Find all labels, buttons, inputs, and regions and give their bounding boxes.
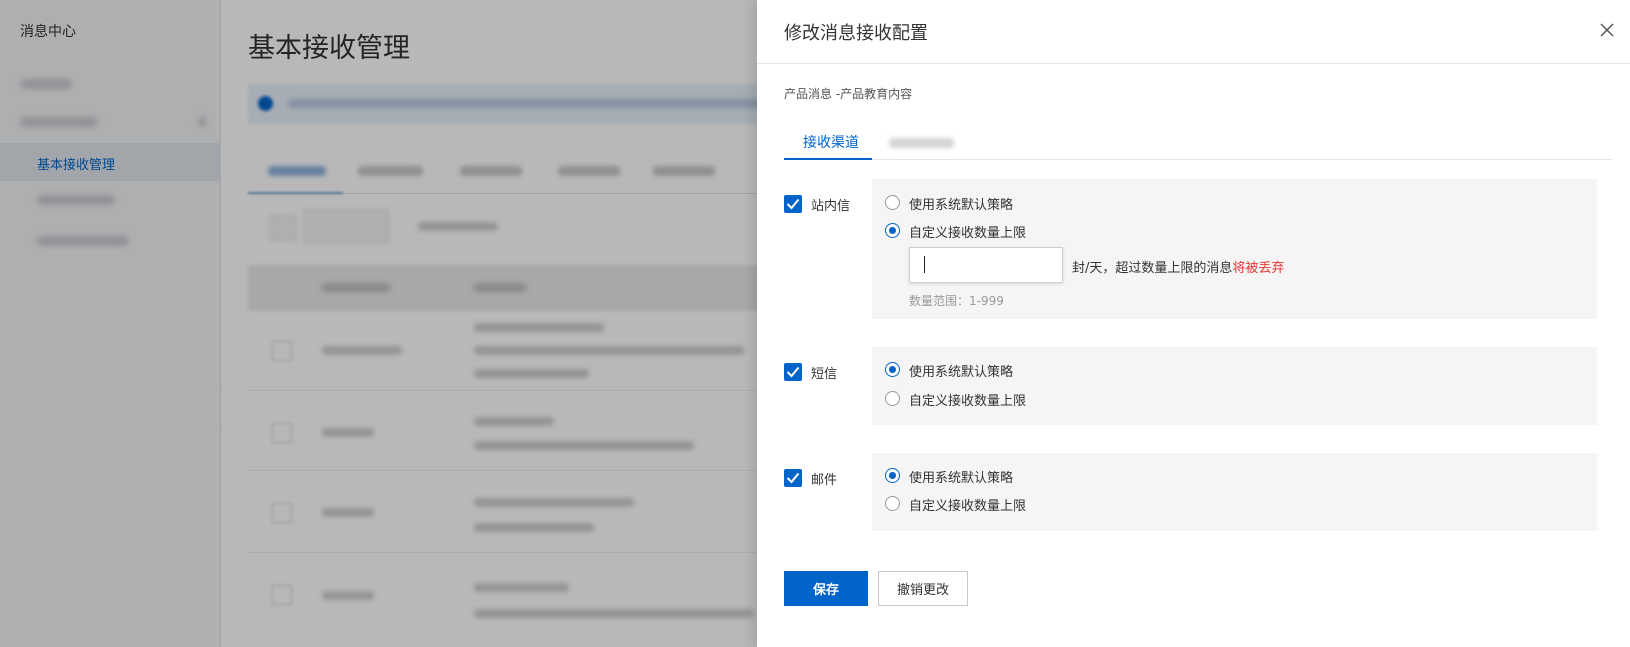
radio-label: 自定义接收数量上限 (909, 499, 1027, 514)
tab-underline (784, 158, 872, 160)
channel-row-sms: 短信 使用系统默认策略 自定义接收数量上限 (784, 347, 1614, 425)
text-caret (924, 256, 925, 273)
channel-options-panel: 使用系统默认策略 自定义接收数量上限 (872, 347, 1597, 425)
checkmark-icon (786, 198, 800, 210)
close-icon[interactable] (1595, 18, 1619, 42)
checkmark-icon (786, 472, 800, 484)
modal-overlay[interactable] (0, 0, 757, 647)
quantity-range-hint: 数量范围：1-999 (909, 294, 1004, 308)
radio-label: 使用系统默认策略 (909, 471, 1014, 486)
radio-label: 使用系统默认策略 (909, 198, 1014, 213)
drawer-title: 修改消息接收配置 (784, 23, 928, 44)
tab-receive-channels[interactable]: 接收渠道 (803, 132, 859, 152)
channel-row-inbox: 站内信 使用系统默认策略 自定义接收数量上限 封/天，超过数量上限的消息将被丢弃… (784, 179, 1614, 319)
channel-checkbox-sms[interactable] (784, 363, 802, 381)
channel-checkbox-email[interactable] (784, 469, 802, 487)
channel-label: 短信 (811, 367, 838, 382)
limit-warning-text: 将被丢弃 (1232, 261, 1285, 276)
channel-label: 邮件 (811, 473, 838, 488)
tab-blurred[interactable] (889, 138, 954, 148)
radio-button[interactable] (885, 223, 900, 238)
checkmark-icon (786, 366, 800, 378)
channel-options-panel: 使用系统默认策略 自定义接收数量上限 (872, 453, 1597, 531)
channel-checkbox-inbox[interactable] (784, 195, 802, 213)
drawer-tabs: 接收渠道 (784, 126, 1612, 160)
radio-button[interactable] (885, 496, 900, 511)
channel-row-email: 邮件 使用系统默认策略 自定义接收数量上限 (784, 453, 1614, 531)
limit-suffix-text: 封/天，超过数量上限的消息 (1072, 261, 1233, 276)
limit-description: 封/天，超过数量上限的消息将被丢弃 (1072, 257, 1284, 276)
channel-label: 站内信 (811, 199, 851, 214)
radio-label: 使用系统默认策略 (909, 365, 1014, 380)
radio-button[interactable] (885, 391, 900, 406)
radio-button[interactable] (885, 195, 900, 210)
revert-changes-button[interactable]: 撤销更改 (878, 571, 968, 606)
drawer-header: 修改消息接收配置 (757, 0, 1630, 64)
radio-label: 自定义接收数量上限 (909, 394, 1027, 409)
message-category: 产品消息 -产品教育内容 (784, 87, 913, 101)
radio-label: 自定义接收数量上限 (909, 226, 1027, 241)
radio-button[interactable] (885, 362, 900, 377)
edit-receive-config-drawer: 修改消息接收配置 产品消息 -产品教育内容 接收渠道 站内信 使用系统默认策略 … (757, 0, 1630, 647)
save-button[interactable]: 保存 (784, 571, 868, 606)
radio-button[interactable] (885, 468, 900, 483)
channel-options-panel: 使用系统默认策略 自定义接收数量上限 封/天，超过数量上限的消息将被丢弃 数量范… (872, 179, 1597, 319)
quantity-limit-input[interactable] (909, 247, 1063, 283)
